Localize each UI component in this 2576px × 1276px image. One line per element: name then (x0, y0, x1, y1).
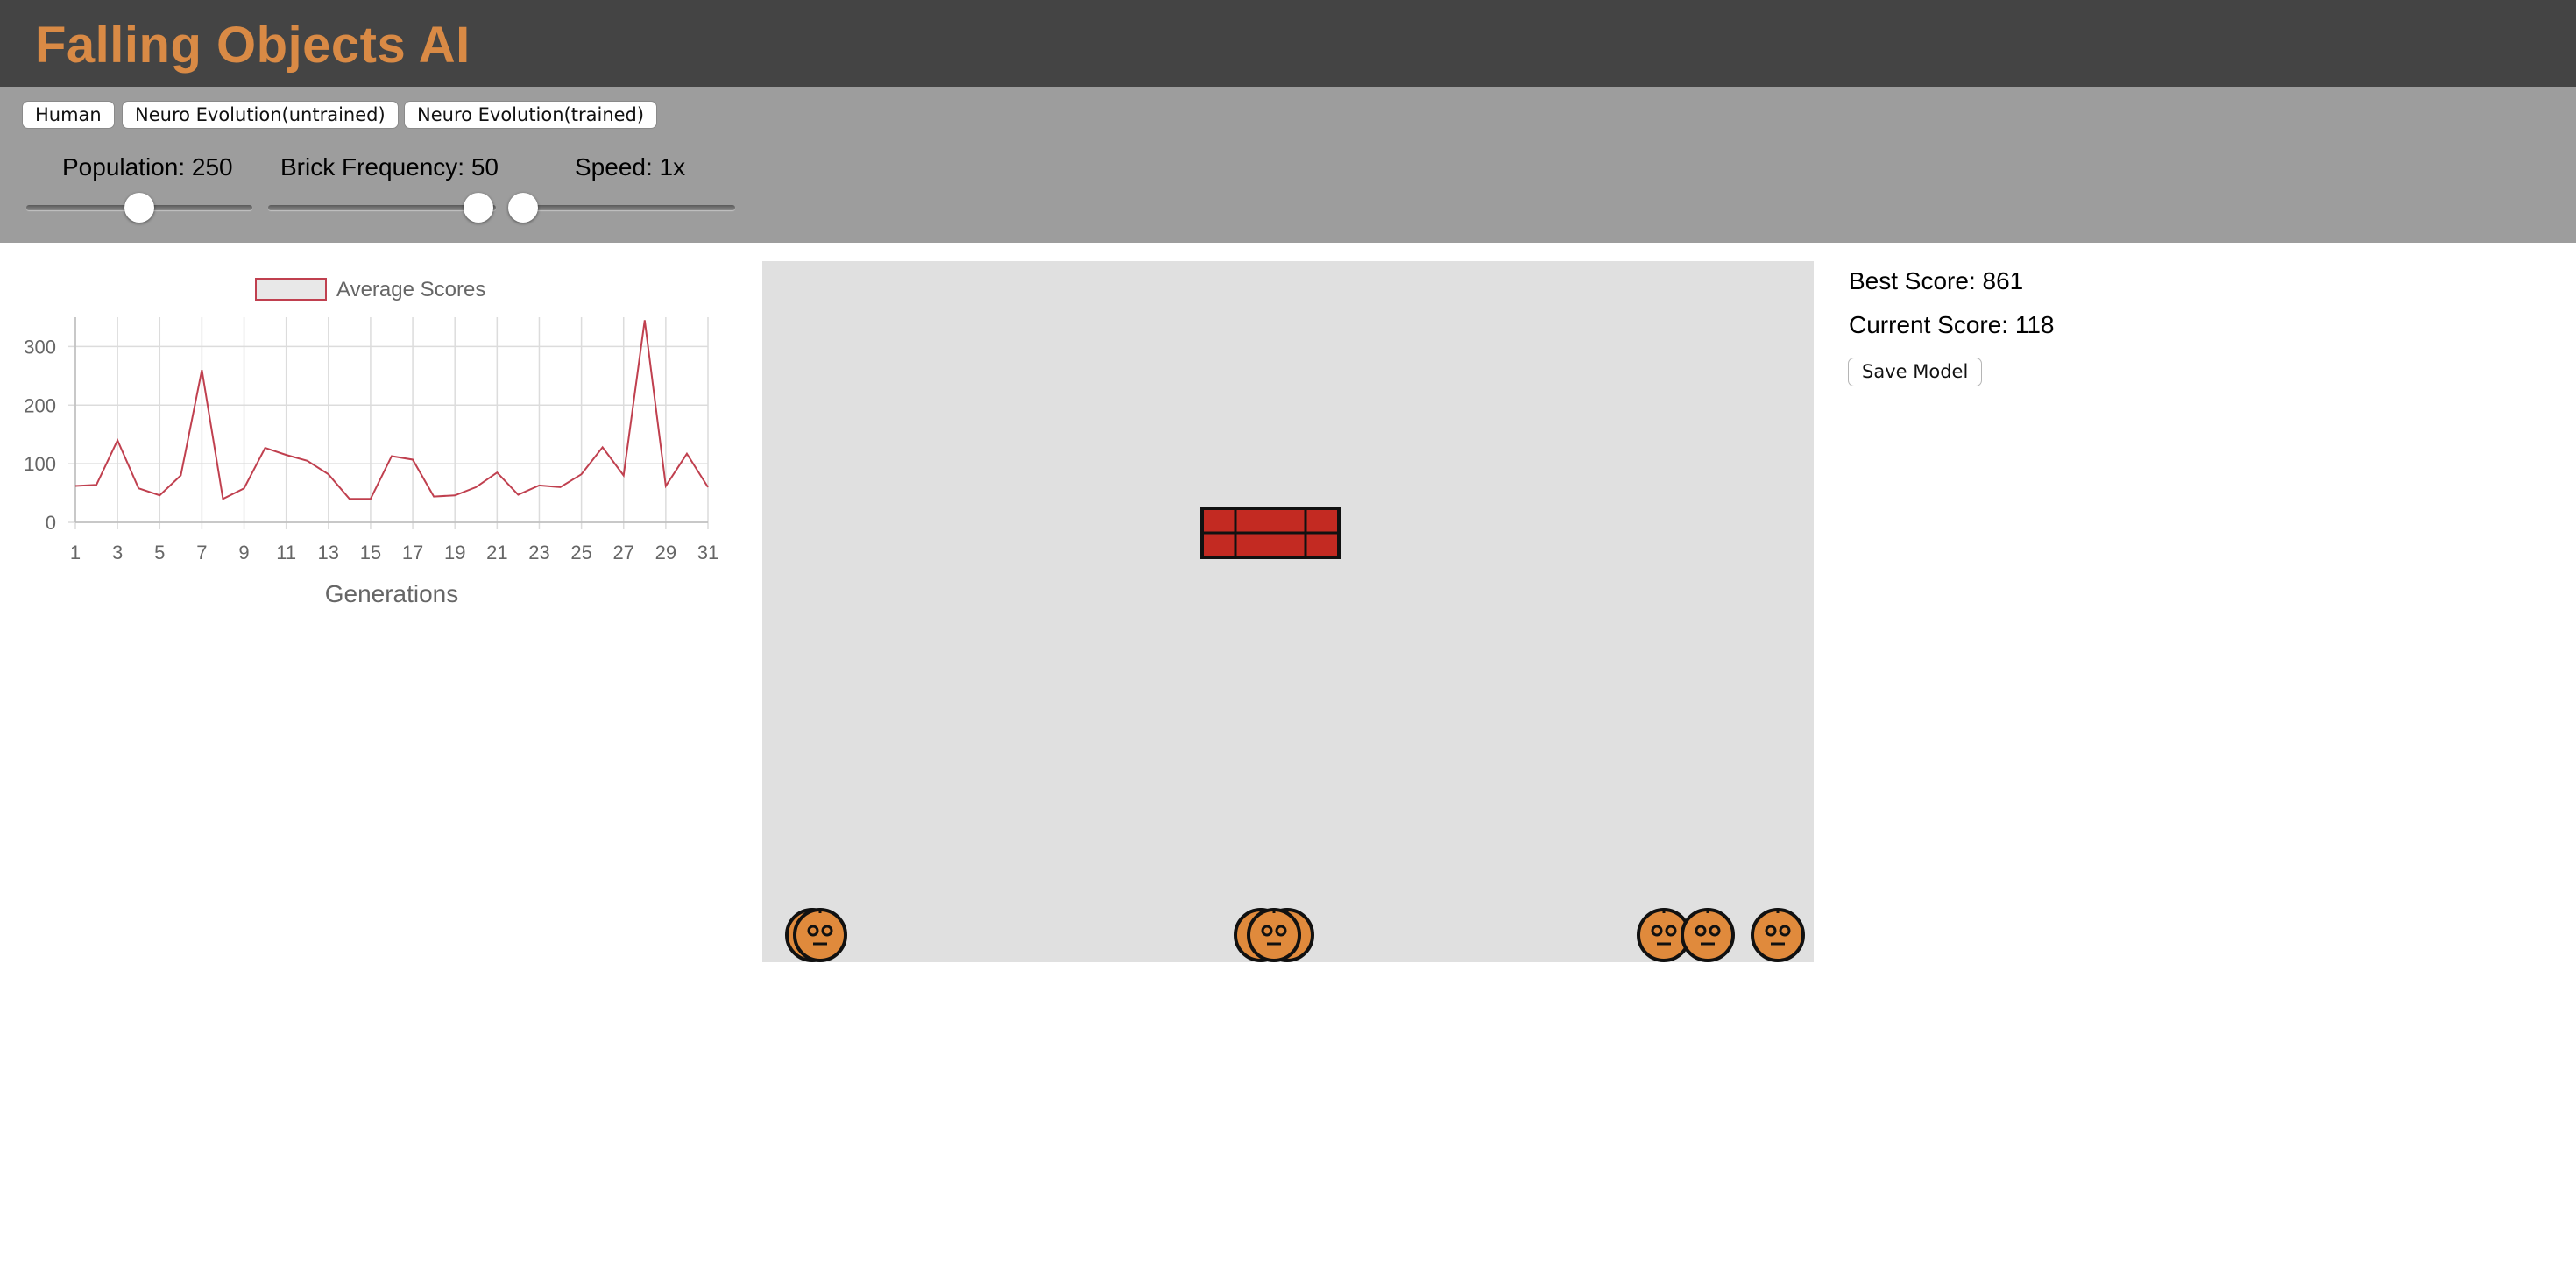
control-bar: Human Neuro Evolution(untrained) Neuro E… (0, 87, 2576, 243)
x-tick-label: 21 (486, 542, 507, 564)
player-agent (1247, 908, 1301, 962)
y-tick-label: 100 (24, 453, 56, 475)
population-slider-thumb[interactable] (124, 193, 154, 223)
x-tick-label: 23 (528, 542, 549, 564)
player-agent (793, 908, 847, 962)
x-tick-label: 29 (655, 542, 676, 564)
average-scores-chart: Average Scores 1 3 5 7 9 11 13 15 17 19 21 23 25 27 29… (24, 278, 718, 607)
x-tick-label: 15 (360, 542, 381, 564)
speed-label: Speed: 1x (575, 153, 686, 181)
x-tick-label: 11 (276, 542, 296, 564)
x-tick-label: 27 (612, 542, 633, 564)
x-tick-label: 5 (154, 542, 165, 564)
x-tick-label: 13 (318, 542, 339, 564)
current-score: Current Score: 118 (1849, 311, 2055, 338)
x-tick-label: 25 (570, 542, 591, 564)
x-tick-label: 7 (196, 542, 207, 564)
y-tick-label: 0 (46, 512, 56, 534)
legend-swatch[interactable] (255, 278, 327, 301)
y-tick-label: 200 (24, 394, 56, 416)
neuro-evolution-untrained-button[interactable]: Neuro Evolution(untrained) (122, 101, 399, 129)
save-model-button[interactable]: Save Model (1848, 358, 1983, 386)
brick-frequency-slider-track[interactable] (268, 205, 496, 210)
neuro-evolution-trained-button[interactable]: Neuro Evolution(trained) (404, 101, 658, 129)
chart-grid (68, 317, 709, 529)
speed-slider-thumb[interactable] (508, 193, 538, 223)
chart-ticks: 1 3 5 7 9 11 13 15 17 19 21 23 25 27 29 310100200300 (24, 336, 718, 564)
brick-frequency-label: Brick Frequency: 50 (280, 153, 499, 181)
falling-brick (1200, 507, 1341, 559)
game-canvas[interactable] (762, 261, 1814, 962)
human-mode-button[interactable]: Human (22, 101, 115, 129)
best-score: Best Score: 861 (1849, 267, 2024, 294)
player-agent (1751, 908, 1805, 962)
population-label: Population: 250 (62, 153, 233, 181)
x-tick-label: 19 (444, 542, 465, 564)
x-axis-label: Generations (325, 580, 459, 607)
x-tick-label: 31 (697, 542, 718, 564)
legend-label[interactable]: Average Scores (336, 278, 485, 301)
x-tick-label: 1 (70, 542, 81, 564)
player-agent (1681, 908, 1735, 962)
title-bar: Falling Objects AI (0, 0, 2576, 87)
x-tick-label: 9 (238, 542, 249, 564)
y-tick-label: 300 (24, 336, 56, 358)
x-tick-label: 3 (112, 542, 123, 564)
speed-slider-track[interactable] (508, 205, 735, 210)
app-title: Falling Objects AI (35, 17, 471, 74)
brick-frequency-slider-thumb[interactable] (464, 193, 493, 223)
x-tick-label: 17 (402, 542, 423, 564)
